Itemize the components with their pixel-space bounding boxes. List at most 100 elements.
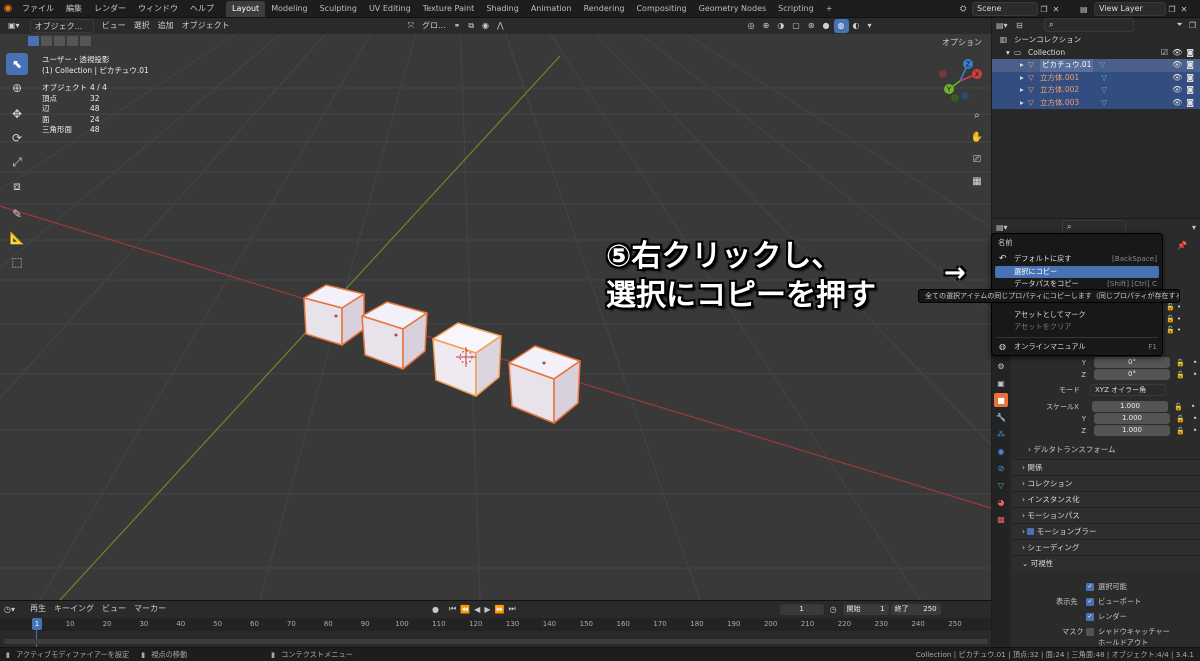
pin-icon[interactable]: 📌 (1177, 241, 1187, 250)
select-invert-icon[interactable] (67, 36, 78, 46)
view-layer-field[interactable]: View Layer (1094, 2, 1166, 16)
xray-icon[interactable]: ▢ (788, 19, 804, 33)
menu-marker[interactable]: マーカー (130, 602, 170, 616)
tool-tab-icon[interactable]: ⚙ (994, 359, 1008, 373)
add-workspace-button[interactable]: + (820, 1, 839, 17)
tab-texture-paint[interactable]: Texture Paint (417, 1, 481, 17)
modifier-tab-icon[interactable]: 🔧 (994, 410, 1008, 424)
expand-icon[interactable]: ▸ (1020, 97, 1028, 110)
menu-add[interactable]: 追加 (154, 19, 178, 33)
select-subtract-icon[interactable] (54, 36, 65, 46)
section-relations[interactable]: › 関係 (1012, 459, 1200, 475)
solid-shading-icon[interactable]: ● (819, 19, 834, 33)
expand-icon[interactable]: ▸ (1020, 72, 1028, 85)
select-intersect-icon[interactable] (80, 36, 91, 46)
falloff-icon[interactable]: ⋀ (493, 19, 508, 33)
material-tab-icon[interactable]: ◕ (994, 495, 1008, 509)
tab-modeling[interactable]: Modeling (265, 1, 313, 17)
outliner-object[interactable]: ▸ ▽ ピカチュウ.01 ▽ 👁 ◙ (992, 59, 1200, 72)
constraints-tab-icon[interactable]: ⊘ (994, 461, 1008, 475)
frame-end-field[interactable]: 終了 250 (890, 603, 941, 615)
outliner-scene-collection[interactable]: ▥ シーンコレクション (992, 34, 1200, 47)
shading-options-icon[interactable]: ▾ (863, 19, 875, 33)
outliner-search-input[interactable]: ⌕ (1044, 18, 1134, 32)
data-tab-icon[interactable]: ▽ (994, 478, 1008, 492)
menu-select[interactable]: 選択 (130, 19, 154, 33)
tab-compositing[interactable]: Compositing (630, 1, 692, 17)
copy-icon[interactable]: ❐ (1166, 5, 1178, 14)
menu-window[interactable]: ウィンドウ (132, 0, 184, 18)
clear-asset-item[interactable]: アセットをクリア (992, 321, 1162, 334)
object-tab-icon[interactable]: ■ (994, 393, 1008, 407)
snap-icon[interactable]: ⧉ (464, 19, 478, 33)
scale-tool-icon[interactable]: ⤢ (6, 151, 28, 173)
menu-keying[interactable]: キーイング (50, 602, 98, 616)
tab-geometry-nodes[interactable]: Geometry Nodes (693, 1, 772, 17)
particles-tab-icon[interactable]: ⁂ (994, 427, 1008, 441)
rotation-mode-select[interactable]: XYZ オイラー角 (1090, 384, 1166, 396)
expand-icon[interactable]: ▸ (1020, 84, 1028, 97)
record-icon[interactable]: ● (432, 605, 439, 614)
add-cube-tool-icon[interactable]: ⬚ (6, 251, 28, 273)
play-reverse-icon[interactable]: ◀ (474, 605, 480, 614)
perspective-grid-icon[interactable]: ▦ (968, 172, 986, 190)
copy-to-selected-item[interactable]: 選択にコピー (995, 265, 1159, 278)
editor-type-icon[interactable]: ▣▾ (4, 19, 24, 33)
measure-tool-icon[interactable]: 📐 (6, 227, 28, 249)
checkbox-icon[interactable] (1086, 627, 1094, 636)
eye-icon[interactable]: 👁 (1172, 47, 1182, 60)
proportional-edit-icon[interactable]: ◉ (478, 19, 493, 33)
playhead[interactable]: 1 (32, 618, 42, 630)
zoom-icon[interactable]: ⌕ (968, 106, 986, 124)
section-visibility[interactable]: ⌄ 可視性 (1012, 555, 1200, 571)
lock-icon[interactable]: 🔓 (1176, 359, 1185, 367)
expand-icon[interactable]: ▾ (1006, 47, 1014, 60)
rotation-y-field[interactable]: 0° (1094, 357, 1170, 368)
tab-rendering[interactable]: Rendering (578, 1, 631, 17)
options-button[interactable]: オプション (938, 36, 986, 50)
menu-help[interactable]: ヘルプ (184, 0, 220, 18)
mark-as-asset-item[interactable]: アセットとしてマーク (992, 309, 1162, 322)
orientation-icon[interactable]: ⤧ (404, 19, 418, 33)
move-tool-icon[interactable]: ✥ (6, 103, 28, 125)
clock-icon[interactable]: ◷ (830, 605, 837, 614)
navigation-gizmo[interactable]: X Z Y (935, 56, 985, 106)
keyframe-dot[interactable]: • (1193, 358, 1198, 367)
copy-icon[interactable]: ❐ (1038, 5, 1050, 14)
tab-sculpting[interactable]: Sculpting (314, 1, 363, 17)
menu-view[interactable]: ビュー (98, 602, 130, 616)
lock-icon[interactable]: 🔓 (1176, 371, 1185, 379)
menu-playback[interactable]: 再生 (26, 602, 50, 616)
frame-start-field[interactable]: 開始 1 (842, 603, 889, 615)
section-collections[interactable]: › コレクション (1012, 475, 1200, 491)
camera-icon[interactable]: ⎚ (968, 150, 986, 168)
rotation-z-field[interactable]: 0° (1094, 369, 1170, 380)
physics-tab-icon[interactable]: ◉ (994, 444, 1008, 458)
checkbox-icon[interactable]: ✓ (1086, 582, 1094, 591)
eye-icon[interactable]: 👁 (1172, 84, 1182, 97)
lock-icon[interactable]: 🔓 (1176, 415, 1185, 423)
select-new-icon[interactable] (28, 36, 39, 46)
lock-icon[interactable]: 🔓 (1174, 403, 1183, 411)
keyframe-dot[interactable]: • (1191, 402, 1196, 411)
checkbox-icon[interactable]: ✓ (1086, 597, 1094, 606)
pan-hand-icon[interactable]: ✋ (968, 128, 986, 146)
menu-view[interactable]: ビュー (98, 19, 130, 33)
scale-z-field[interactable]: 1.000 (1094, 425, 1170, 436)
scale-x-field[interactable]: 1.000 (1092, 401, 1168, 412)
rotate-tool-icon[interactable]: ⟳ (6, 127, 28, 149)
expand-icon[interactable]: ▸ (1020, 59, 1028, 72)
tab-scripting[interactable]: Scripting (772, 1, 820, 17)
texture-tab-icon[interactable]: ▩ (994, 512, 1008, 526)
outliner-object[interactable]: ▸ ▽ 立方体.003 ▽ 👁 ◙ (992, 96, 1200, 110)
camera-icon[interactable]: ◙ (1186, 72, 1194, 85)
keyframe-dot[interactable]: • (1193, 414, 1198, 423)
wireframe-shading-icon[interactable]: ⊛ (804, 19, 819, 33)
jump-end-icon[interactable]: ⏭ (508, 604, 515, 614)
blender-logo-icon[interactable]: ◉ (0, 3, 16, 14)
next-keyframe-icon[interactable]: ⏩ (494, 605, 504, 614)
keyframe-dot[interactable]: • (1193, 426, 1198, 435)
reset-to-default-item[interactable]: ↶ デフォルトに戻す [BackSpace] (992, 253, 1162, 266)
editor-type-icon[interactable]: ▤▾ (996, 21, 1016, 30)
scene-field[interactable]: Scene (972, 2, 1038, 16)
